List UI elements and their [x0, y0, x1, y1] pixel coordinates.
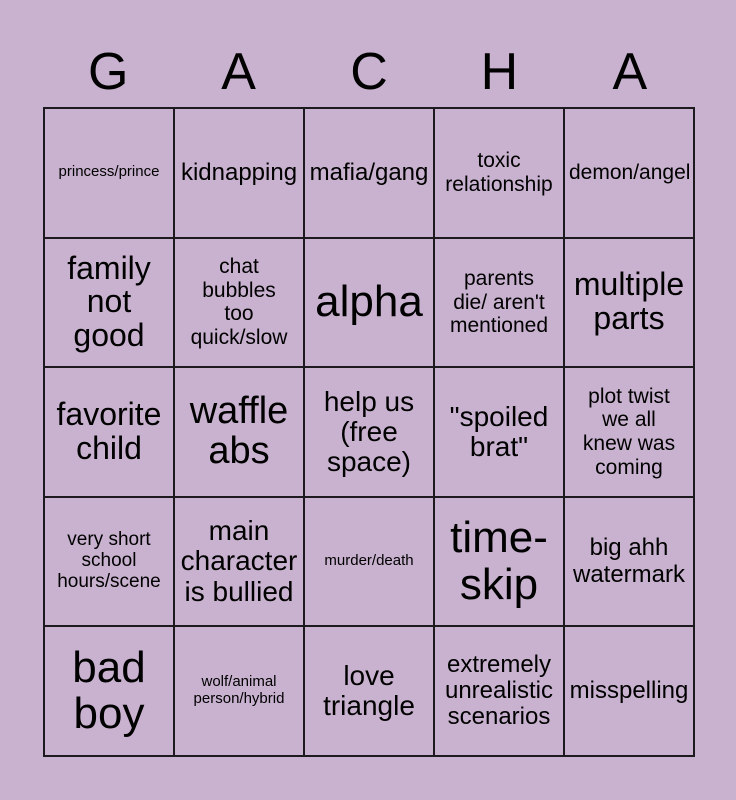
- bingo-cell-r1c2[interactable]: kidnapping: [175, 109, 305, 239]
- bingo-cell-label: mafia/gang: [309, 158, 429, 186]
- bingo-cell-label: toxic relationship: [445, 149, 553, 196]
- bingo-cell-r4c2[interactable]: main character is bullied: [175, 497, 305, 628]
- bingo-cell-label: alpha: [315, 277, 423, 327]
- bingo-cell-label: parents die/ aren't mentioned: [449, 267, 549, 338]
- bingo-cell-r2c2[interactable]: chat bubbles too quick/slow: [175, 238, 305, 369]
- bingo-card: G A C H A princess/prince kidnapping mafia…: [0, 0, 736, 800]
- bingo-cell-r3c5[interactable]: plot twist we all knew was coming: [565, 368, 695, 498]
- bingo-cell-r2c1[interactable]: family not good: [45, 238, 175, 369]
- bingo-cell-r4c3[interactable]: murder/death: [305, 497, 435, 628]
- bingo-cell-label: main character is bullied: [180, 515, 298, 607]
- bingo-cell-label: love triangle: [323, 659, 415, 722]
- header-letter-3: C: [350, 43, 388, 101]
- bingo-cell-label: favorite child: [56, 396, 162, 466]
- bingo-cell-r2c5[interactable]: multiple parts: [565, 238, 695, 369]
- bingo-cell-label: extremely unrealistic scenarios: [444, 650, 554, 731]
- bingo-cell-r1c1[interactable]: princess/prince: [45, 109, 175, 239]
- bingo-cell-label: multiple parts: [573, 266, 685, 337]
- header-letter-2: A: [221, 43, 256, 101]
- bingo-cell-label: princess/prince: [58, 163, 160, 181]
- bingo-cell-label: time- skip: [450, 513, 548, 609]
- bingo-cell-r4c1[interactable]: very short school hours/scene: [45, 497, 175, 628]
- bingo-cell-r5c2[interactable]: wolf/animal person/hybrid: [175, 627, 305, 757]
- bingo-cell-r5c4[interactable]: extremely unrealistic scenarios: [435, 627, 565, 757]
- bingo-cell-label: very short school hours/scene: [57, 529, 161, 593]
- bingo-cell-label: bad boy: [72, 643, 146, 739]
- bingo-cell-label: murder/death: [324, 552, 414, 570]
- bingo-cell-label: wolf/animal person/hybrid: [193, 673, 285, 708]
- bingo-cell-label: help us (free space): [323, 385, 415, 478]
- bingo-cell-label: big ahh watermark: [572, 534, 686, 588]
- bingo-cell-label: misspelling: [569, 677, 689, 704]
- bingo-cell-r1c4[interactable]: toxic relationship: [435, 109, 565, 239]
- bingo-cell-label: waffle abs: [189, 390, 289, 472]
- bingo-header: G A C H A: [43, 38, 695, 106]
- bingo-cell-label: plot twist we all knew was coming: [582, 384, 676, 479]
- bingo-cell-r3c4[interactable]: "spoiled brat": [435, 368, 565, 498]
- bingo-cell-label: chat bubbles too quick/slow: [190, 255, 288, 349]
- bingo-cell-label: demon/angel: [569, 161, 691, 185]
- bingo-cell-r5c1[interactable]: bad boy: [45, 627, 175, 757]
- bingo-cell-r5c5[interactable]: misspelling: [565, 627, 695, 757]
- header-letter-1: G: [87, 43, 129, 101]
- bingo-cell-label: "spoiled brat": [449, 400, 549, 462]
- bingo-cell-label: family not good: [67, 249, 151, 354]
- bingo-cell-r3c3[interactable]: help us (free space): [305, 368, 435, 498]
- bingo-cell-r1c3[interactable]: mafia/gang: [305, 109, 435, 239]
- header-letter-4: H: [480, 43, 519, 101]
- bingo-cell-r5c3[interactable]: love triangle: [305, 627, 435, 757]
- bingo-cell-r3c1[interactable]: favorite child: [45, 368, 175, 498]
- bingo-grid: princess/prince kidnapping mafia/gang toxic…: [43, 107, 695, 757]
- bingo-cell-r4c5[interactable]: big ahh watermark: [565, 497, 695, 628]
- bingo-cell-r3c2[interactable]: waffle abs: [175, 368, 305, 498]
- bingo-cell-r1c5[interactable]: demon/angel: [565, 109, 695, 239]
- bingo-cell-r2c3[interactable]: alpha: [305, 238, 435, 369]
- bingo-cell-r2c4[interactable]: parents die/ aren't mentioned: [435, 238, 565, 369]
- bingo-cell-label: kidnapping: [180, 158, 298, 186]
- header-letter-5: A: [612, 43, 648, 101]
- bingo-cell-r4c4[interactable]: time- skip: [435, 497, 565, 628]
